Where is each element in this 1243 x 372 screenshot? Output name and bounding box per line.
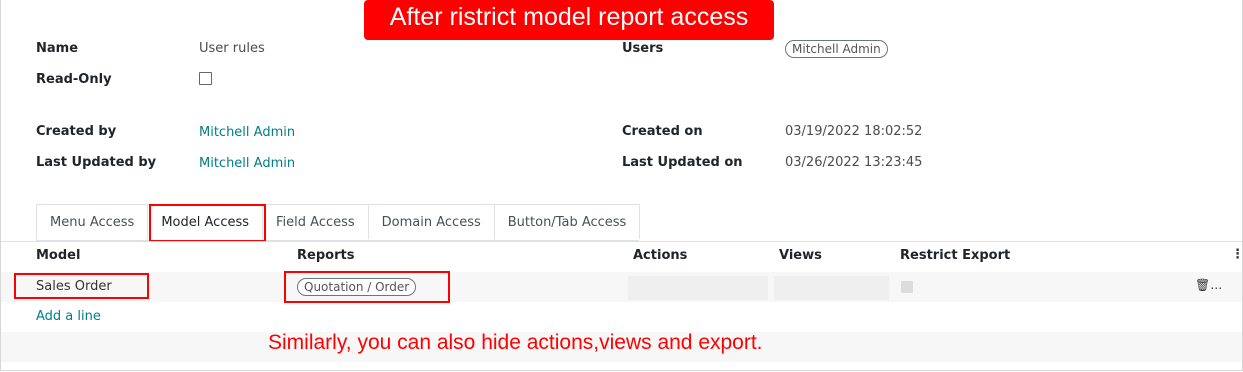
tab-button-tab-access[interactable]: Button/Tab Access: [493, 204, 641, 239]
row-views-cell[interactable]: [774, 276, 889, 300]
created-by-link[interactable]: Mitchell Admin: [199, 125, 295, 140]
updated-by-link[interactable]: Mitchell Admin: [199, 156, 295, 171]
readonly-label: Read-Only: [36, 72, 112, 87]
created-by-label: Created by: [36, 124, 117, 139]
users-tag[interactable]: Mitchell Admin: [785, 40, 888, 58]
readonly-checkbox[interactable]: [199, 72, 212, 85]
created-on-value: 03/19/2022 18:02:52: [785, 124, 923, 139]
tab-field-access[interactable]: Field Access: [262, 204, 369, 239]
column-reports[interactable]: Reports: [297, 248, 354, 263]
highlight-model-cell: [14, 273, 149, 299]
created-on-label: Created on: [622, 124, 703, 139]
column-model[interactable]: Model: [36, 248, 80, 263]
annotation-top: After ristrict model report access: [364, 0, 774, 40]
tab-menu-access[interactable]: Menu Access: [36, 204, 149, 239]
trash-icon[interactable]: 🗑…: [1195, 278, 1222, 292]
row-restrict-export-checkbox[interactable]: [901, 281, 913, 293]
name-label: Name: [36, 41, 79, 56]
trash-glyph: 🗑: [1195, 278, 1211, 292]
optional-columns-icon[interactable]: ⋮: [1231, 247, 1243, 262]
row-actions-cell[interactable]: [628, 276, 768, 300]
updated-by-label: Last Updated by: [36, 155, 157, 170]
users-label: Users: [622, 41, 664, 56]
add-line-link[interactable]: Add a line: [36, 309, 101, 324]
table-row[interactable]: Sales Order Quotation / Order: [1, 272, 1242, 302]
highlight-model-access-tab: [149, 204, 266, 242]
table-header: Model Reports Actions Views Restrict Exp…: [1, 241, 1242, 273]
column-actions[interactable]: Actions: [633, 248, 687, 263]
trash-ellipsis: …: [1210, 278, 1223, 292]
column-restrict-export[interactable]: Restrict Export: [900, 248, 1010, 263]
notebook-tabs: Menu Access Model Access Field Access Do…: [36, 204, 641, 241]
highlight-reports-cell: [284, 271, 450, 303]
name-field[interactable]: User rules: [199, 41, 265, 56]
annotation-bottom: Similarly, you can also hide actions,vie…: [268, 331, 763, 354]
updated-on-value: 03/26/2022 13:23:45: [785, 155, 923, 170]
form-sheet: After ristrict model report access Name …: [0, 0, 1243, 371]
column-views[interactable]: Views: [779, 248, 822, 263]
updated-on-label: Last Updated on: [622, 155, 743, 170]
tab-domain-access[interactable]: Domain Access: [367, 204, 495, 239]
